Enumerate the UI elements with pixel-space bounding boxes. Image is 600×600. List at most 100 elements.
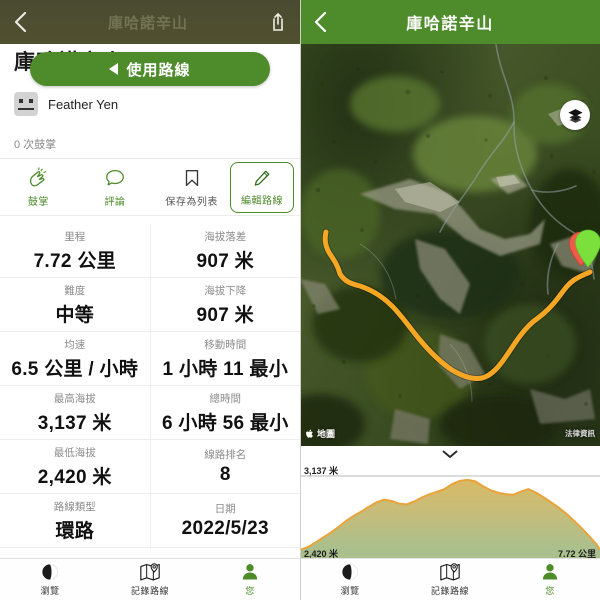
stat-label: 線路排名	[204, 449, 247, 461]
stat-label: 均速	[64, 338, 86, 351]
stat-cell-route-type: 路線類型 環路	[0, 494, 150, 547]
compass-icon	[342, 564, 358, 580]
comment-action-label: 評論	[104, 196, 126, 208]
stat-row: 里程 7.72 公里 海拔落差 907 米	[0, 224, 300, 278]
map-layers-icon	[567, 108, 583, 123]
stat-cell-difficulty: 難度 中等	[0, 278, 150, 331]
avatar	[14, 92, 38, 116]
elevation-profile-chart[interactable]: 3,137 米 2,420 米 7.72 公里	[300, 462, 600, 562]
stat-label: 海拔落差	[204, 230, 247, 243]
stat-value: 907 米	[196, 250, 254, 272]
clap-action-label: 鼓掌	[27, 196, 49, 208]
left-tab-bar: 瀏覽 記錄路線 您	[0, 558, 300, 600]
map-attribution[interactable]: 地圖	[306, 427, 335, 440]
stat-value: 1 小時 11 最小	[162, 358, 288, 380]
author-row[interactable]: Feather Yen	[14, 92, 118, 116]
stat-value: 7.72 公里	[33, 250, 116, 272]
stat-row: 路線類型 環路 日期 2022/5/23	[0, 494, 300, 548]
comment-action-button[interactable]: 評論	[77, 167, 154, 208]
tab-you-label: 您	[545, 586, 555, 596]
clapping-hands-icon	[30, 166, 47, 186]
tab-you[interactable]: 您	[500, 562, 600, 597]
chevron-left-icon	[14, 11, 26, 33]
stat-value: 6 小時 56 最小	[161, 412, 289, 434]
share-button[interactable]	[256, 0, 300, 44]
back-button[interactable]	[0, 0, 40, 44]
use-route-label: 使用路線	[126, 61, 191, 79]
bookmark-icon	[185, 169, 198, 186]
save-to-list-label: 保存為列表	[165, 196, 218, 208]
stat-value: 2022/5/23	[181, 518, 269, 539]
map-canvas[interactable]: 地圖 法律資訊	[300, 44, 600, 446]
stat-value: 中等	[55, 304, 95, 326]
stat-label: 里程	[64, 230, 86, 243]
stat-label: 總時間	[209, 392, 242, 405]
stat-label: 海拔下降	[204, 284, 247, 297]
stat-value: 3,137 米	[37, 412, 112, 434]
tab-you[interactable]: 您	[200, 562, 300, 597]
tab-you-label: 您	[245, 586, 255, 596]
chevron-down-icon	[442, 450, 458, 458]
apple-logo-icon	[306, 428, 313, 438]
map-pin-folded-icon	[140, 563, 160, 581]
stat-row: 最高海拔 3,137 米 總時間 6 小時 56 最小	[0, 386, 300, 440]
stat-value: 8	[219, 464, 231, 485]
left-navigation-bar: 庫哈諾辛山	[0, 0, 300, 44]
stat-cell-max-elevation: 最高海拔 3,137 米	[0, 386, 150, 439]
right-header-title: 庫哈諾辛山	[406, 16, 494, 33]
save-to-list-button[interactable]: 保存為列表	[153, 167, 230, 208]
edit-route-button[interactable]: 編輯路線	[230, 161, 295, 213]
stat-row: 均速 6.5 公里 / 小時 移動時間 1 小時 11 最小	[0, 332, 300, 386]
stat-value: 2,420 米	[37, 466, 112, 488]
author-name: Feather Yen	[48, 96, 119, 112]
map-attribution-label: 地圖	[317, 429, 336, 439]
stat-label: 最高海拔	[53, 392, 96, 405]
avatar-mouth	[18, 108, 34, 110]
clap-action-button[interactable]: 鼓掌	[0, 166, 77, 208]
stat-cell-distance: 里程 7.72 公里	[0, 224, 150, 277]
compass-icon	[42, 564, 58, 580]
right-back-button[interactable]	[300, 0, 340, 44]
elevation-max-label: 3,137 米	[304, 466, 339, 476]
edit-route-label: 編輯路線	[241, 195, 284, 207]
map-pin-folded-icon	[440, 563, 460, 581]
person-icon	[542, 564, 558, 580]
use-route-button[interactable]: 使用路線	[30, 52, 270, 86]
app-screen: 庫哈諾辛山 庫哈諾辛山 使用路線 Feather Yen 0 次鼓掌	[0, 0, 600, 600]
share-icon	[273, 13, 283, 31]
stat-cell-elevation-gain: 海拔落差 907 米	[149, 224, 301, 277]
stat-label: 最低海拔	[53, 446, 96, 459]
comment-bubble-icon	[106, 169, 124, 186]
expand-panel-handle[interactable]	[300, 446, 600, 462]
stat-label: 日期	[214, 503, 236, 515]
play-triangle-icon	[109, 63, 119, 75]
tab-browse[interactable]: 瀏覽	[0, 562, 100, 597]
stat-label: 路線類型	[53, 500, 96, 513]
panel-divider	[300, 0, 301, 600]
stat-row: 最低海拔 2,420 米 線路排名 8	[0, 440, 300, 494]
tab-record-route[interactable]: 記錄路線	[100, 562, 200, 597]
stat-cell-elevation-loss: 海拔下降 907 米	[149, 278, 301, 331]
stat-label: 難度	[64, 284, 86, 297]
tab-record-route-label: 記錄路線	[430, 586, 469, 596]
left-panel-route-detail: 庫哈諾辛山 庫哈諾辛山 使用路線 Feather Yen 0 次鼓掌	[0, 0, 300, 600]
map-layers-button[interactable]	[560, 100, 590, 130]
stat-value: 6.5 公里 / 小時	[11, 358, 139, 380]
map-legal-link[interactable]: 法律資訊	[565, 428, 595, 439]
right-panel-map-view: 庫哈諾辛山 地圖 法律資訊 3,137 米 2,420 米 7.72 公里 瀏覽…	[300, 0, 600, 600]
stat-cell-avg-speed: 均速 6.5 公里 / 小時	[0, 332, 150, 385]
tab-record-route[interactable]: 記錄路線	[400, 562, 500, 597]
stat-cell-min-elevation: 最低海拔 2,420 米	[0, 440, 150, 493]
pencil-icon	[254, 170, 270, 186]
stat-value: 907 米	[196, 304, 254, 326]
tab-browse[interactable]: 瀏覽	[300, 562, 400, 597]
stat-value: 環路	[55, 520, 95, 542]
avatar-eye-left	[19, 99, 23, 103]
action-bar: 鼓掌 評論 保存為列表 編輯路線	[0, 158, 300, 216]
stat-label: 移動時間	[204, 338, 247, 351]
stat-row: 難度 中等 海拔下降 907 米	[0, 278, 300, 332]
right-tab-bar: 瀏覽 記錄路線 您	[300, 558, 600, 600]
person-icon	[242, 564, 258, 580]
avatar-eye-right	[29, 99, 33, 103]
satellite-imagery	[300, 44, 600, 446]
